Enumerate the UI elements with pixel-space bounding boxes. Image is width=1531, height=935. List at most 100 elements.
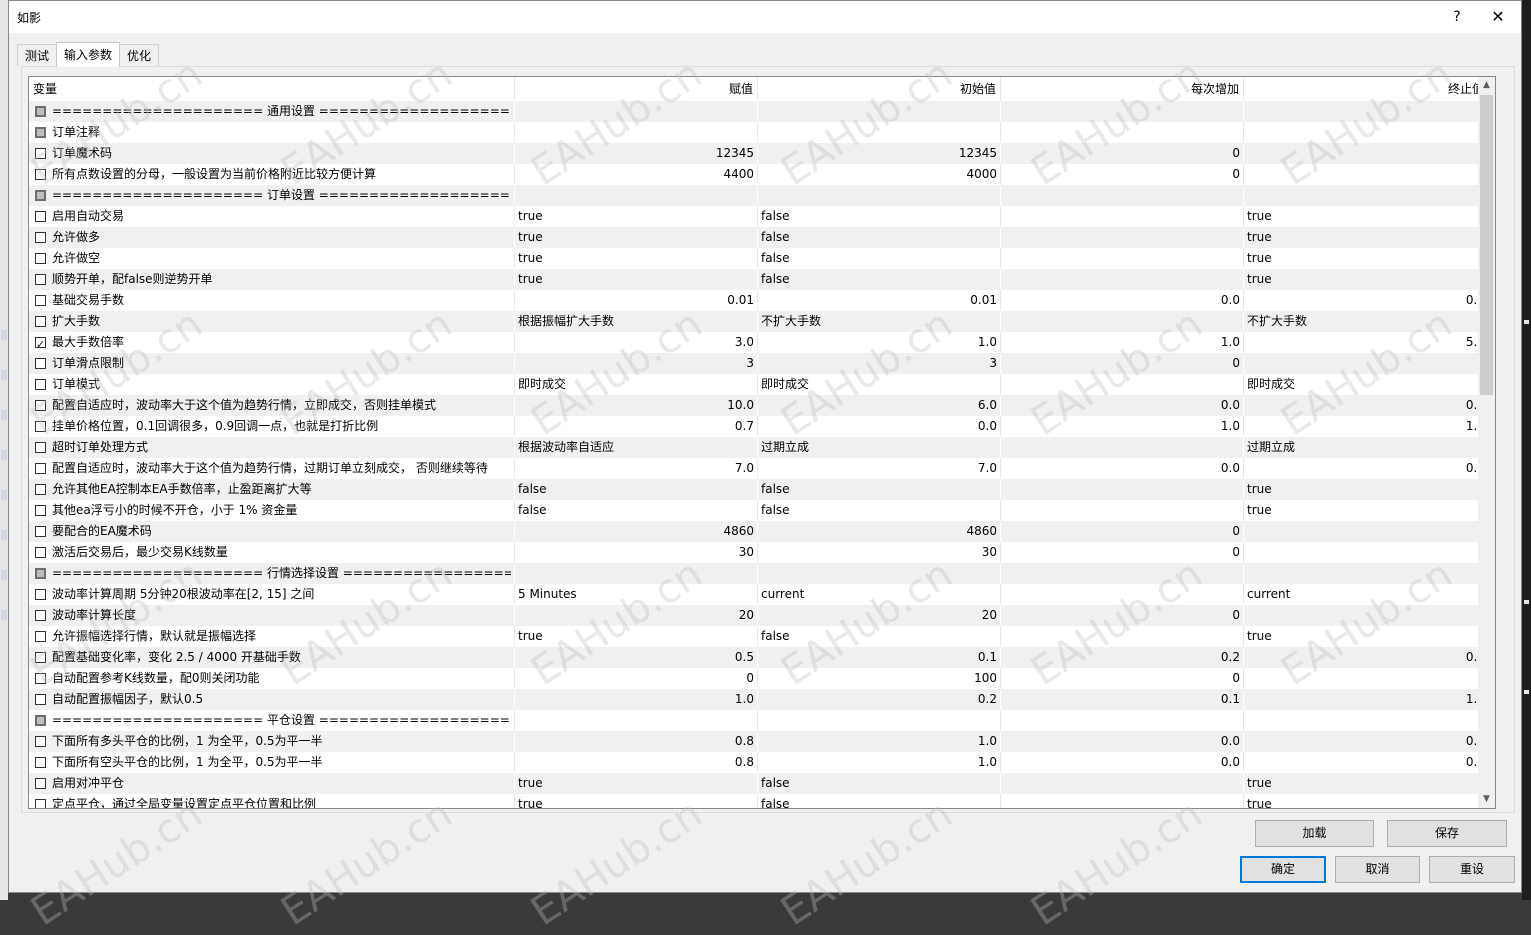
cell-value[interactable]: 3 (515, 353, 758, 374)
table-row[interactable]: 允许做空 true false true (29, 248, 1489, 269)
cell-value[interactable]: 根据振幅扩大手数 (515, 311, 758, 332)
cell-value[interactable]: 0 (515, 668, 758, 689)
table-row[interactable]: ===================== 订单设置 =============… (29, 185, 1489, 206)
cell-value[interactable]: true (515, 227, 758, 248)
cell-step[interactable]: 0 (1001, 668, 1244, 689)
scroll-down-icon[interactable]: ▼ (1478, 791, 1495, 808)
cell-stop[interactable]: true (1244, 794, 1489, 808)
checkbox-icon[interactable] (35, 253, 46, 264)
cell-start[interactable]: 7.0 (758, 458, 1001, 479)
cell-step[interactable] (1001, 794, 1244, 808)
cell-start[interactable] (758, 185, 1001, 206)
header-stop[interactable]: 终止值 (1244, 77, 1489, 101)
cell-stop[interactable]: 0 (1244, 353, 1489, 374)
cell-stop[interactable]: true (1244, 479, 1489, 500)
header-step[interactable]: 每次增加 (1001, 77, 1244, 101)
checkbox-icon[interactable] (35, 274, 46, 285)
table-row[interactable]: 下面所有多头平仓的比例，1 为全平，0.5为平一半 0.8 1.0 0.0 0.0 (29, 731, 1489, 752)
table-row[interactable]: 要配合的EA魔术码4860486000 (29, 521, 1489, 542)
table-row[interactable]: 允许振幅选择行情，默认就是振幅选择 true false true (29, 626, 1489, 647)
cell-value[interactable]: true (515, 773, 758, 794)
cell-start[interactable]: false (758, 773, 1001, 794)
checkbox-icon[interactable] (35, 589, 46, 600)
cell-value[interactable]: 4400 (515, 164, 758, 185)
checkbox-icon[interactable] (35, 358, 46, 369)
cell-step[interactable] (1001, 101, 1244, 122)
cell-stop[interactable]: 即时成交 (1244, 374, 1489, 395)
cell-value[interactable] (515, 101, 758, 122)
cell-start[interactable]: false (758, 269, 1001, 290)
cell-stop[interactable]: true (1244, 227, 1489, 248)
checkbox-icon[interactable] (35, 505, 46, 516)
table-row[interactable]: 挂单价格位置，0.1回调很多，0.9回调一点，也就是打折比例 0.7 0.0 1.0 1… (29, 416, 1489, 437)
cell-start[interactable] (758, 122, 1001, 143)
cell-value[interactable] (515, 185, 758, 206)
cell-step[interactable]: 0.1 (1001, 689, 1244, 710)
cell-start[interactable]: 0.0 (758, 416, 1001, 437)
cell-stop[interactable]: true (1244, 626, 1489, 647)
checkbox-icon[interactable] (35, 673, 46, 684)
cell-step[interactable] (1001, 773, 1244, 794)
table-row[interactable]: 配置自适应时，波动率大于这个值为趋势行情，立即成交，否则挂单模式 10.0 6.0 0… (29, 395, 1489, 416)
cell-value[interactable]: 0.7 (515, 416, 758, 437)
table-row[interactable]: 启用自动交易 true false true (29, 206, 1489, 227)
table-row[interactable]: 启用对冲平仓 true false true (29, 773, 1489, 794)
cell-step[interactable] (1001, 500, 1244, 521)
cell-step[interactable]: 0 (1001, 542, 1244, 563)
table-row[interactable]: 基础交易手数 0.01 0.01 0.0 0.0 (29, 290, 1489, 311)
cell-start[interactable]: 3 (758, 353, 1001, 374)
checkbox-icon[interactable] (35, 799, 46, 808)
cell-step[interactable] (1001, 710, 1244, 731)
checkbox-icon[interactable] (35, 715, 46, 726)
cell-start[interactable]: false (758, 626, 1001, 647)
cell-value[interactable]: 0.8 (515, 731, 758, 752)
table-row[interactable]: 最大手数倍率3.01.01.05.0 (29, 332, 1489, 353)
cell-start[interactable]: 6.0 (758, 395, 1001, 416)
cell-value[interactable]: 5 Minutes (515, 584, 758, 605)
cell-stop[interactable]: true (1244, 206, 1489, 227)
cell-stop[interactable]: 0 (1244, 164, 1489, 185)
table-row[interactable]: 订单滑点限制3300 (29, 353, 1489, 374)
checkbox-icon[interactable] (35, 316, 46, 327)
cell-start[interactable]: 100 (758, 668, 1001, 689)
cell-value[interactable] (515, 710, 758, 731)
scroll-up-icon[interactable]: ▲ (1478, 77, 1495, 94)
cell-step[interactable] (1001, 311, 1244, 332)
cell-step[interactable]: 0.0 (1001, 290, 1244, 311)
cell-step[interactable]: 1.0 (1001, 416, 1244, 437)
checkbox-icon[interactable] (35, 232, 46, 243)
table-row[interactable]: 定点平仓，通过全局变量设置定点平仓位置和比例 true false true (29, 794, 1489, 808)
cell-value[interactable]: 3.0 (515, 332, 758, 353)
cell-stop[interactable]: 0.0 (1244, 395, 1489, 416)
cell-start[interactable]: 12345 (758, 143, 1001, 164)
cell-step[interactable]: 0.0 (1001, 395, 1244, 416)
cell-start[interactable]: 4000 (758, 164, 1001, 185)
cell-stop[interactable]: 0 (1244, 542, 1489, 563)
tab-optimization[interactable]: 优化 (119, 44, 160, 66)
cell-start[interactable]: false (758, 206, 1001, 227)
cell-stop[interactable]: 0.0 (1244, 290, 1489, 311)
cell-value[interactable]: 0.8 (515, 752, 758, 773)
table-row[interactable]: 允许做多 true false true (29, 227, 1489, 248)
cell-stop[interactable]: 0.0 (1244, 458, 1489, 479)
header-value[interactable]: 赋值 (515, 77, 758, 101)
cell-stop[interactable] (1244, 710, 1489, 731)
checkbox-icon[interactable] (35, 127, 46, 138)
cell-stop[interactable]: true (1244, 248, 1489, 269)
table-row[interactable]: 下面所有空头平仓的比例，1 为全平，0.5为平一半 0.8 1.0 0.0 0.0 (29, 752, 1489, 773)
table-row[interactable]: 配置自适应时，波动率大于这个值为趋势行情，过期订单立刻成交， 否则继续等待 7.0… (29, 458, 1489, 479)
cell-step[interactable]: 1.0 (1001, 332, 1244, 353)
checkbox-icon[interactable] (35, 610, 46, 621)
tab-inputs[interactable]: 输入参数 (56, 42, 121, 67)
checkbox-icon[interactable] (35, 547, 46, 558)
cell-stop[interactable]: current (1244, 584, 1489, 605)
cell-stop[interactable]: 0 (1244, 605, 1489, 626)
checkbox-icon[interactable] (35, 757, 46, 768)
table-row[interactable]: 自动配置振幅因子，默认0.5 1.0 0.2 0.1 1.0 (29, 689, 1489, 710)
header-start[interactable]: 初始值 (758, 77, 1001, 101)
cell-step[interactable] (1001, 374, 1244, 395)
cell-value[interactable] (515, 563, 758, 584)
cell-start[interactable]: 0.1 (758, 647, 1001, 668)
checkbox-icon[interactable] (35, 526, 46, 537)
cell-step[interactable] (1001, 269, 1244, 290)
